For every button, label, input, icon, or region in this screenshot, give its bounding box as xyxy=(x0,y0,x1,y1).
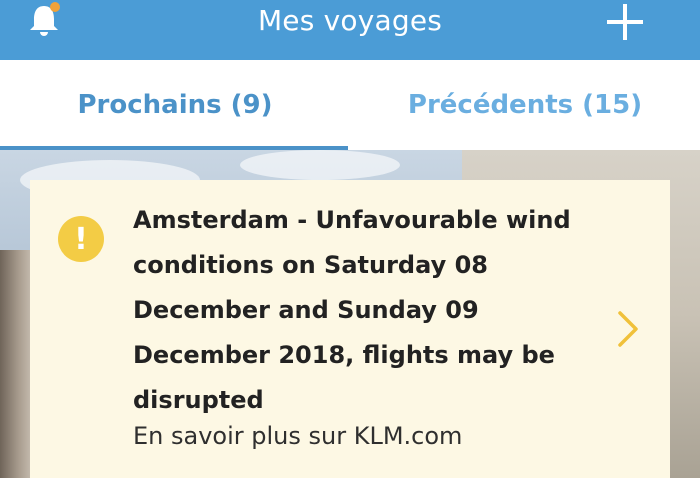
page-title: Mes voyages xyxy=(257,4,443,37)
trip-tabs: Prochains (9) Précédents (15) xyxy=(0,60,700,150)
tab-past[interactable]: Précédents (15) xyxy=(350,60,700,149)
tab-upcoming[interactable]: Prochains (9) xyxy=(0,60,350,149)
warning-icon: ! xyxy=(58,216,104,262)
app-header: Mes voyages xyxy=(0,0,700,60)
plus-icon[interactable] xyxy=(604,2,646,42)
alert-message: Amsterdam - Unfavourable wind conditions… xyxy=(133,206,571,414)
learn-more-link[interactable]: En savoir plus sur KLM.com xyxy=(133,420,603,452)
chevron-right-icon[interactable] xyxy=(614,309,642,349)
